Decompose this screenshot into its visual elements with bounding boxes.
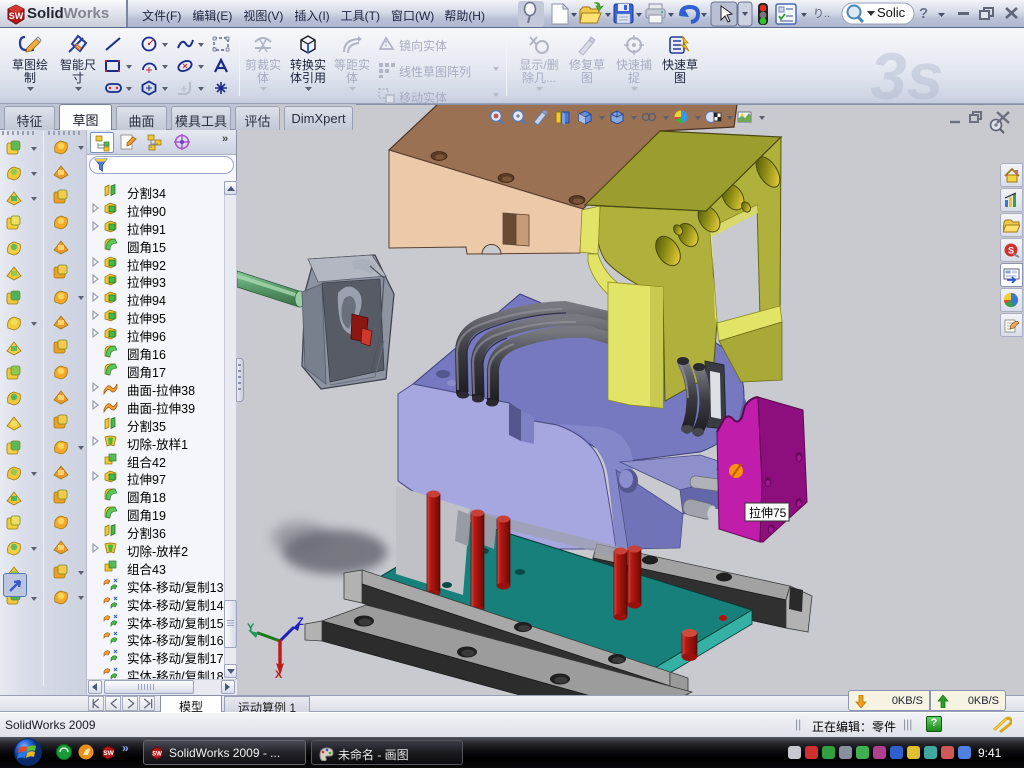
svg-text:り..: り.. [813,7,830,20]
svg-text:Z: Z [297,616,304,628]
svg-text:SW: SW [152,752,162,758]
svg-text:SW: SW [9,11,24,21]
svg-text:?: ? [919,5,928,22]
svg-text:Y: Y [247,622,255,634]
svg-text:Solic: Solic [877,5,906,20]
svg-text:SW: SW [103,750,114,757]
svg-text:拉伸75: 拉伸75 [749,505,787,520]
svg-text:X: X [275,669,283,681]
